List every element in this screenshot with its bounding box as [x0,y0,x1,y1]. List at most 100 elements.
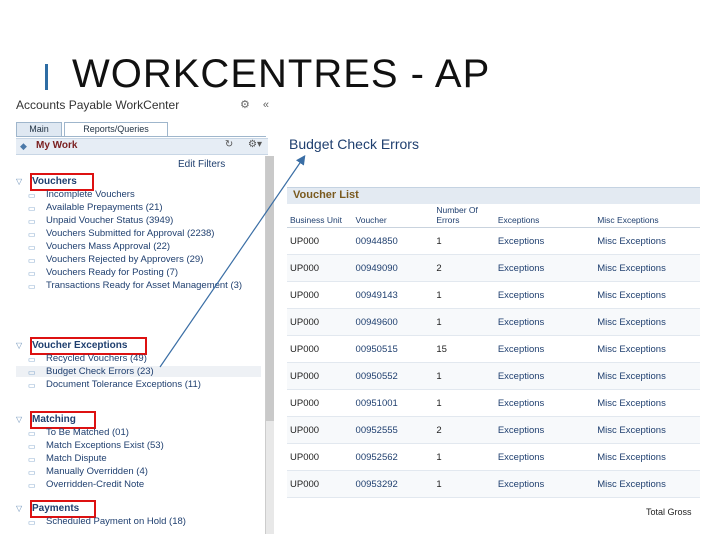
cell-voucher[interactable]: 00944850 [352,227,434,255]
cell-voucher[interactable]: 00950552 [352,362,434,390]
list-item-selected[interactable]: ▭ Budget Check Errors (23) [16,366,261,377]
section-vouchers: ▽ Vouchers ▭ Incomplete Vouchers ▭ Availab… [16,173,261,293]
expand-arrow-icon[interactable]: ▽ [16,341,22,350]
misc-exceptions-link[interactable]: Misc Exceptions [594,443,700,471]
link-icon: ▭ [28,381,36,390]
gear-icon[interactable]: ⚙ [240,99,250,111]
list-item[interactable]: ▭ Transactions Ready for Asset Management… [16,280,261,291]
list-item[interactable]: ▭ To Be Matched (01) [16,427,261,438]
cell-voucher[interactable]: 00949600 [352,308,434,336]
my-work-bar[interactable]: ◆ My Work ↻ ⚙▾ [16,138,268,155]
slide-title: WORKCENTRES - AP [72,52,491,96]
list-item[interactable]: ▭ Available Prepayments (21) [16,202,261,213]
list-item[interactable]: ▭ Scheduled Payment on Hold (18) [16,516,261,527]
cell-business-unit: UP000 [287,254,353,282]
cell-voucher[interactable]: 00953292 [352,470,434,498]
cell-voucher[interactable]: 00952555 [352,416,434,444]
link-icon: ▭ [28,230,36,239]
settings-menu-icon[interactable]: ⚙▾ [248,139,262,150]
cell-business-unit: UP000 [287,362,353,390]
list-item[interactable]: ▭ Manually Overridden (4) [16,466,261,477]
misc-exceptions-link[interactable]: Misc Exceptions [594,227,700,255]
table-row: UP000 00949090 2 Exceptions Misc Exceptions [287,254,700,282]
exceptions-link[interactable]: Exceptions [494,443,595,471]
misc-exceptions-link[interactable]: Misc Exceptions [594,389,700,417]
link-icon: ▭ [28,368,36,377]
misc-exceptions-link[interactable]: Misc Exceptions [594,335,700,363]
link-icon: ▭ [28,282,36,291]
misc-exceptions-link[interactable]: Misc Exceptions [594,254,700,282]
cell-business-unit: UP000 [287,416,353,444]
col-misc-exceptions[interactable]: Misc Exceptions [594,205,700,228]
list-item[interactable]: ▭ Unpaid Voucher Status (3949) [16,215,261,226]
misc-exceptions-link[interactable]: Misc Exceptions [594,281,700,309]
edit-filters-link[interactable]: Edit Filters [178,159,225,170]
exceptions-link[interactable]: Exceptions [494,308,595,336]
my-work-label: My Work [36,140,78,151]
exceptions-link[interactable]: Exceptions [494,470,595,498]
misc-exceptions-link[interactable]: Misc Exceptions [594,470,700,498]
list-item[interactable]: ▭ Vouchers Rejected by Approvers (29) [16,254,261,265]
col-voucher[interactable]: Voucher [352,205,434,228]
cell-number-of-errors: 2 [433,416,495,444]
expand-arrow-icon[interactable]: ▽ [16,415,22,424]
link-icon: ▭ [28,468,36,477]
col-exceptions[interactable]: Exceptions [494,205,595,228]
misc-exceptions-link[interactable]: Misc Exceptions [594,308,700,336]
link-icon: ▭ [28,518,36,527]
cell-number-of-errors: 1 [433,308,495,336]
exceptions-link[interactable]: Exceptions [494,281,595,309]
link-icon: ▭ [28,455,36,464]
cell-number-of-errors: 1 [433,470,495,498]
expand-arrow-icon[interactable]: ▽ [16,177,22,186]
voucher-list: Voucher List Business Unit Voucher Numbe… [287,187,700,498]
scrollbar[interactable] [265,156,274,534]
voucher-list-title: Voucher List [293,189,359,201]
scrollbar-thumb[interactable] [266,156,274,421]
cell-voucher[interactable]: 00950515 [352,335,434,363]
link-icon: ▭ [28,355,36,364]
list-item[interactable]: ▭ Overridden-Credit Note [16,479,261,490]
list-item[interactable]: ▭ Match Exceptions Exist (53) [16,440,261,451]
exceptions-link[interactable]: Exceptions [494,362,595,390]
col-number-of-errors[interactable]: Number Of Errors [433,205,495,228]
table-row: UP000 00951001 1 Exceptions Misc Exceptions [287,389,700,417]
exceptions-link[interactable]: Exceptions [494,335,595,363]
table-row: UP000 00949600 1 Exceptions Misc Exceptions [287,308,700,336]
collapse-icon[interactable]: « [263,99,269,111]
section-payments: ▽ Payments ▭ Scheduled Payment on Hold (1… [16,500,261,529]
exceptions-link[interactable]: Exceptions [494,416,595,444]
cell-number-of-errors: 1 [433,227,495,255]
my-work-tools: ↻ ⚙▾ [213,139,262,150]
cell-business-unit: UP000 [287,308,353,336]
col-business-unit[interactable]: Business Unit [287,205,353,228]
list-item[interactable]: ▭ Vouchers Submitted for Approval (2238) [16,228,261,239]
link-icon: ▭ [28,429,36,438]
budget-check-errors-title: Budget Check Errors [289,136,419,152]
list-item[interactable]: ▭ Incomplete Vouchers [16,189,261,200]
misc-exceptions-link[interactable]: Misc Exceptions [594,416,700,444]
table-row: UP000 00950552 1 Exceptions Misc Exceptions [287,362,700,390]
exceptions-link[interactable]: Exceptions [494,389,595,417]
link-icon: ▭ [28,217,36,226]
exceptions-link[interactable]: Exceptions [494,254,595,282]
cell-number-of-errors: 2 [433,254,495,282]
refresh-icon[interactable]: ↻ [225,139,233,150]
list-item[interactable]: ▭ Document Tolerance Exceptions (11) [16,379,261,390]
list-item[interactable]: ▭ Match Dispute [16,453,261,464]
cell-voucher[interactable]: 00949143 [352,281,434,309]
tab-reports-queries[interactable]: Reports/Queries [64,122,168,136]
section-voucher-exceptions: ▽ Voucher Exceptions ▭ Recycled Vouchers … [16,337,261,392]
cell-voucher[interactable]: 00949090 [352,254,434,282]
cell-voucher[interactable]: 00951001 [352,389,434,417]
misc-exceptions-link[interactable]: Misc Exceptions [594,362,700,390]
link-icon: ▭ [28,481,36,490]
expand-arrow-icon[interactable]: ▽ [16,504,22,513]
workcenter-title: Accounts Payable WorkCenter [16,98,180,112]
list-item[interactable]: ▭ Vouchers Mass Approval (22) [16,241,261,252]
list-item[interactable]: ▭ Recycled Vouchers (49) [16,353,261,364]
cell-voucher[interactable]: 00952562 [352,443,434,471]
list-item[interactable]: ▭ Vouchers Ready for Posting (7) [16,267,261,278]
exceptions-link[interactable]: Exceptions [494,227,595,255]
tab-main[interactable]: Main [16,122,62,136]
